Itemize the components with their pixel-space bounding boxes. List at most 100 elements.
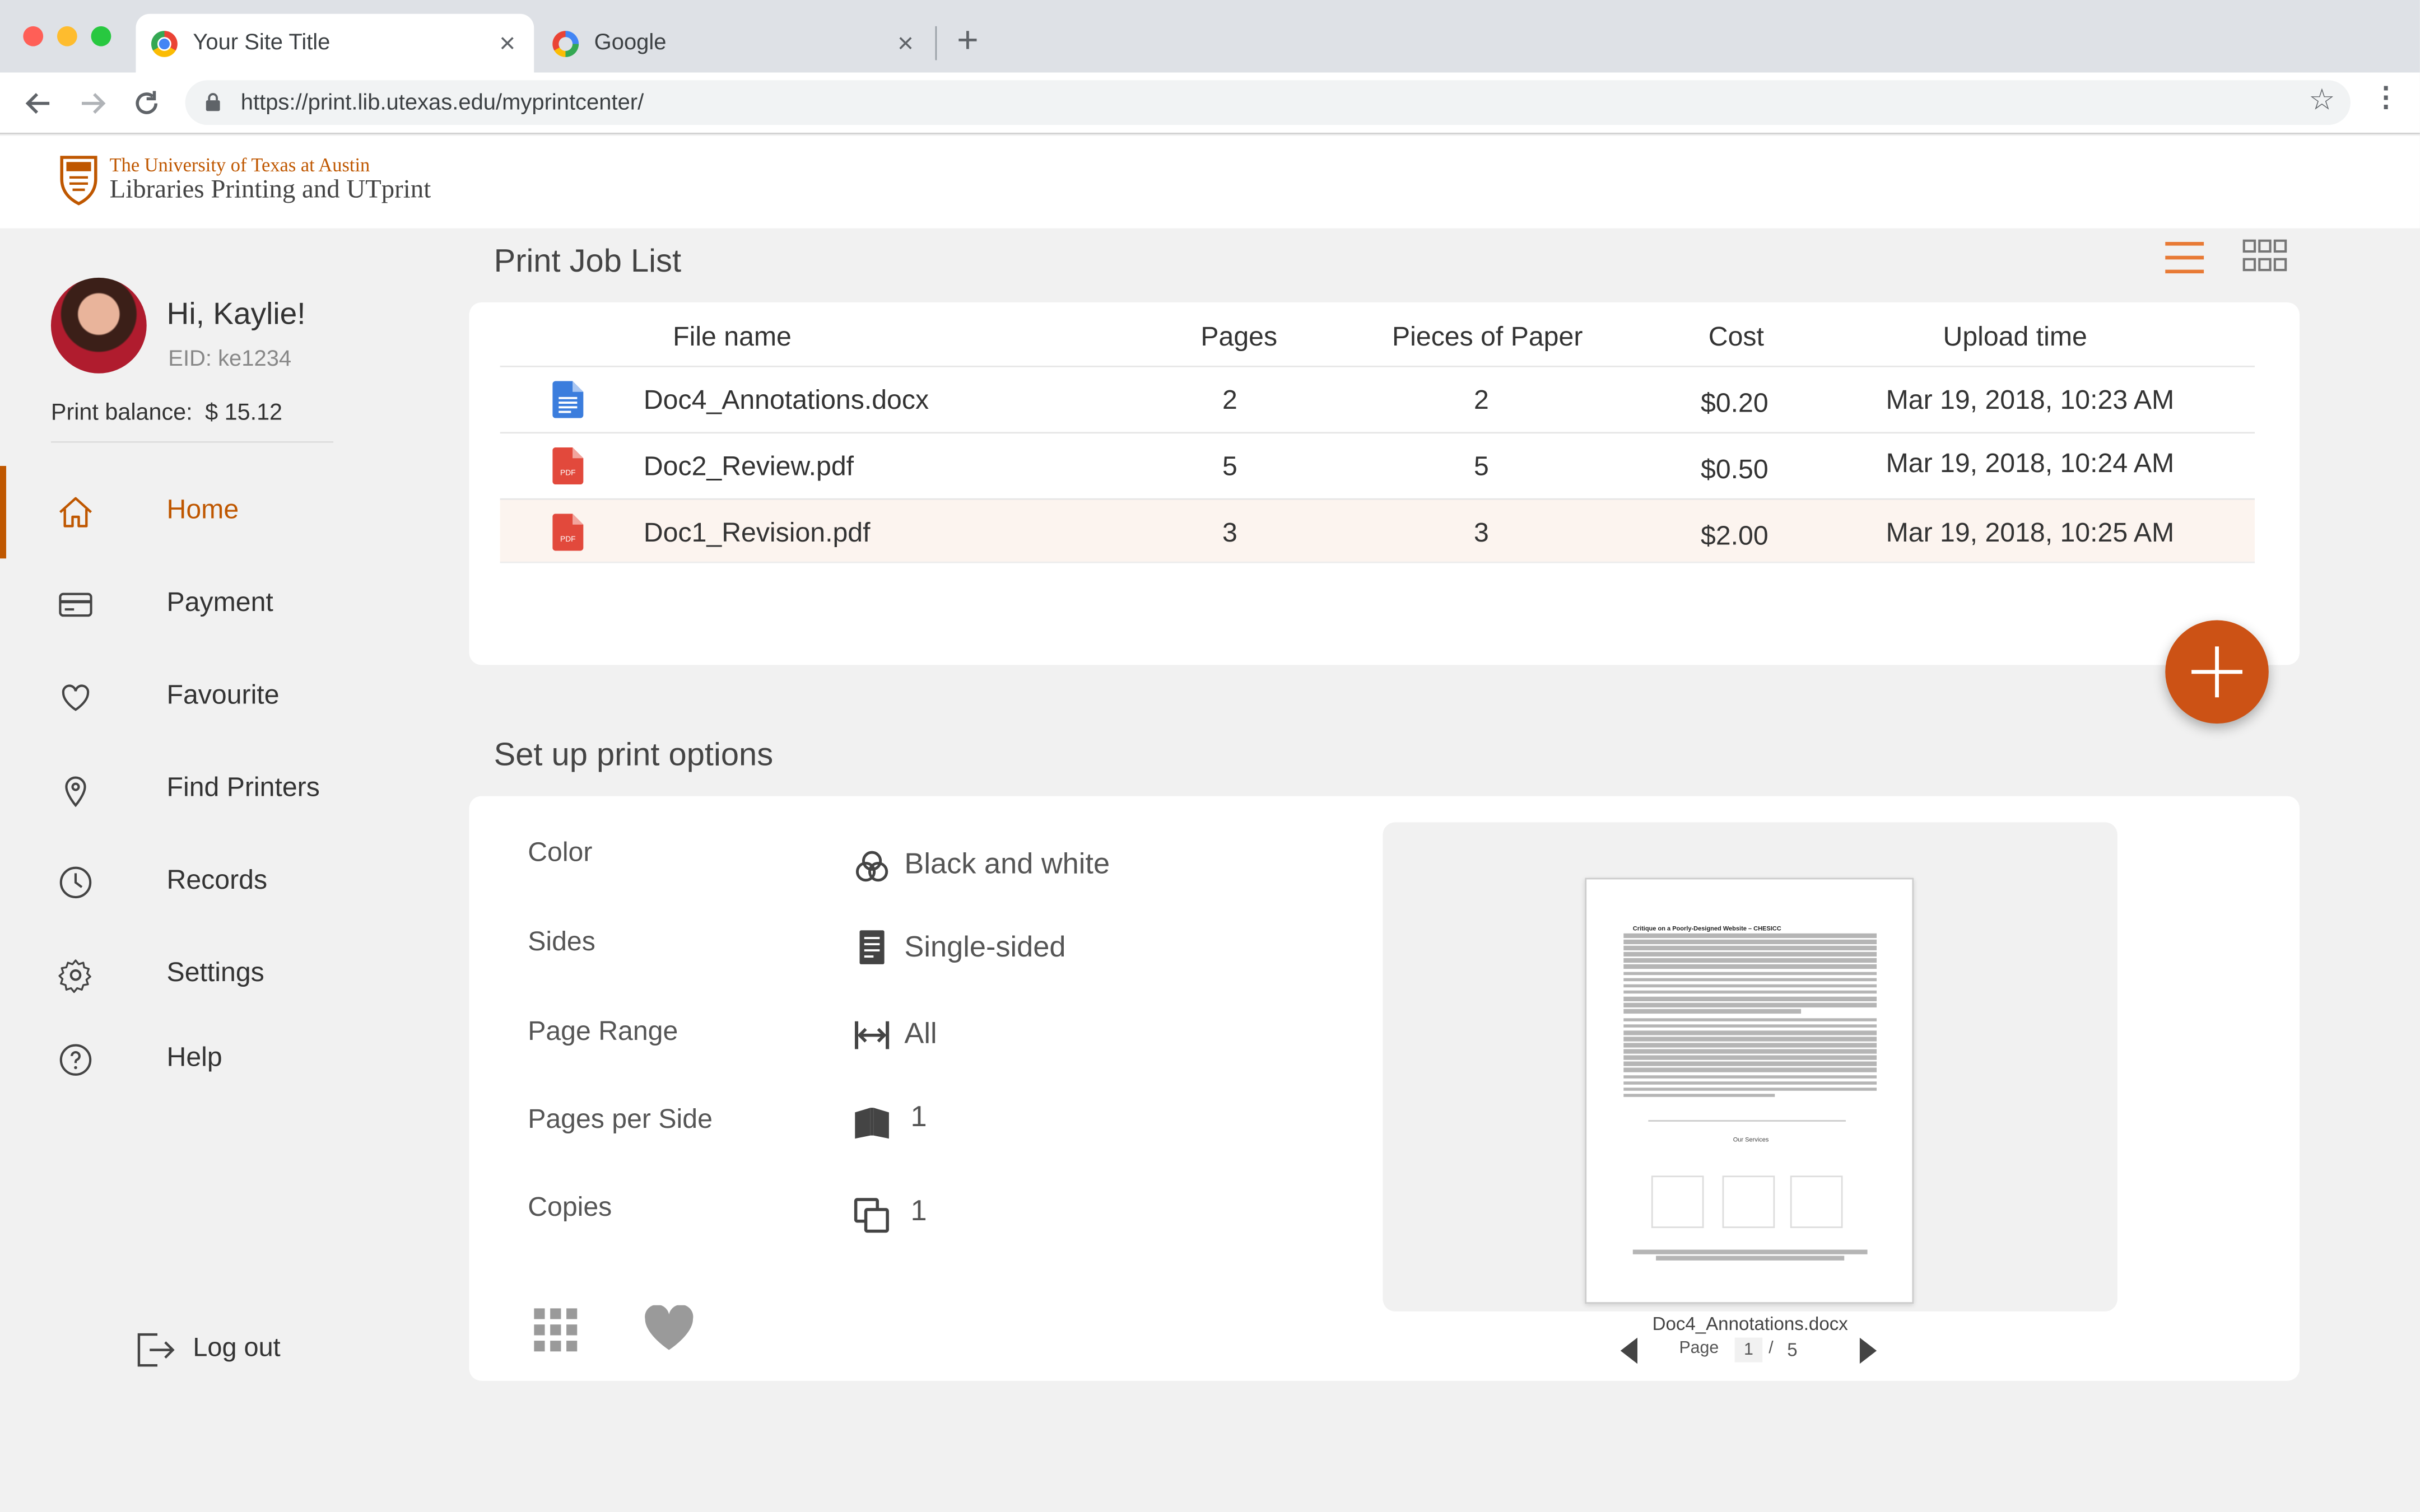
color-palette-icon	[855, 851, 888, 882]
page-total: 5	[1787, 1339, 1798, 1361]
sidebar-item-payment[interactable]: Payment	[0, 558, 469, 651]
pages-value: 5	[1222, 450, 1237, 482]
logout-button[interactable]: Log out	[133, 1324, 333, 1376]
next-page-icon[interactable]	[1859, 1337, 1877, 1364]
list-view-icon[interactable]	[2164, 241, 2205, 275]
cost-value: $2.00	[1701, 520, 1769, 551]
help-icon	[59, 1044, 92, 1076]
preview-section-heading: Our Services	[1733, 1135, 1769, 1144]
close-tab-icon[interactable]: ×	[897, 28, 914, 60]
tab-title: Google	[594, 31, 667, 56]
url-text: https://print.lib.utexas.edu/myprintcent…	[240, 90, 644, 115]
table-row-selected[interactable]: PDF Doc1_Revision.pdf 3 3 $2.00 Mar 19, …	[500, 498, 2255, 563]
back-arrow-icon[interactable]	[23, 88, 54, 119]
grid-view-icon[interactable]	[2242, 239, 2287, 273]
upload-time-value: Mar 19, 2018, 10:23 AM	[1886, 384, 2175, 416]
pdf-badge: PDF	[560, 469, 576, 477]
map-pin-icon	[65, 776, 86, 808]
preview-figure-card	[1722, 1175, 1775, 1228]
reload-icon[interactable]	[131, 88, 162, 119]
sidebar-item-label: Favourite	[166, 679, 280, 710]
option-value-color[interactable]: Black and white	[904, 848, 1110, 883]
browser-menu-icon[interactable]: ⋮	[2372, 82, 2400, 114]
page-separator: /	[1769, 1339, 1774, 1358]
divider	[50, 441, 334, 443]
sidebar-item-find-printers[interactable]: Find Printers	[0, 744, 469, 836]
copies-icon	[854, 1198, 889, 1233]
pieces-value: 2	[1474, 384, 1489, 416]
sidebar-item-help[interactable]: Help	[0, 1014, 469, 1106]
column-header-cost[interactable]: Cost	[1709, 321, 1764, 353]
new-tab-icon[interactable]: +	[957, 20, 979, 63]
sidebar-item-label: Payment	[166, 586, 273, 617]
logout-label: Log out	[193, 1333, 281, 1362]
option-value-copies[interactable]: 1	[910, 1196, 927, 1230]
heart-icon	[62, 684, 90, 711]
previous-page-icon[interactable]	[1620, 1337, 1638, 1364]
pages-value: 2	[1222, 384, 1237, 416]
file-name: Doc1_Revision.pdf	[643, 516, 871, 548]
forward-arrow-icon[interactable]	[77, 88, 108, 119]
option-label-pages-per-side: Pages per Side	[528, 1103, 713, 1134]
column-header-file-name[interactable]: File name	[673, 321, 792, 353]
print-options-title: Set up print options	[494, 737, 774, 773]
upload-time-value: Mar 19, 2018, 10:25 AM	[1886, 516, 2175, 548]
preview-filename: Doc4_Annotations.docx	[1652, 1313, 1848, 1335]
option-value-pages-per-side[interactable]: 1	[910, 1102, 927, 1136]
column-header-pages[interactable]: Pages	[1200, 321, 1277, 353]
word-document-icon	[552, 381, 584, 418]
site-header: The University of Texas at Austin Librar…	[0, 136, 2420, 228]
column-header-pieces[interactable]: Pieces of Paper	[1392, 321, 1583, 353]
sidebar-item-settings[interactable]: Settings	[0, 929, 469, 1021]
add-print-job-button[interactable]	[2165, 620, 2269, 724]
ut-shield-logo[interactable]	[59, 155, 99, 207]
sidebar-item-home[interactable]: Home	[0, 466, 469, 559]
sidebar-item-favourite[interactable]: Favourite	[0, 651, 469, 744]
browser-tab-google[interactable]: Google ×	[537, 14, 932, 73]
user-eid: EID: ke1234	[168, 347, 292, 372]
minimize-window-button[interactable]	[57, 26, 77, 46]
sidebar-item-label: Help	[166, 1041, 222, 1072]
page-navigator: Page 1 / 5	[1617, 1336, 1879, 1367]
option-value-page-range[interactable]: All	[904, 1018, 937, 1052]
url-field[interactable]: https://print.lib.utexas.edu/myprintcent…	[185, 80, 2351, 125]
preview-figure-card	[1790, 1175, 1843, 1228]
avatar[interactable]	[50, 277, 147, 374]
close-window-button[interactable]	[23, 26, 44, 46]
preview-page[interactable]: Critique on a Poorly-Designed Website – …	[1585, 878, 1914, 1304]
pieces-value: 3	[1474, 516, 1489, 548]
table-row[interactable]: PDF Doc2_Review.pdf 5 5 $0.50 Mar 19, 20…	[500, 432, 2255, 497]
preview-text-block	[1623, 933, 1877, 1100]
plus-icon	[2191, 646, 2243, 698]
column-header-upload-time[interactable]: Upload time	[1943, 321, 2087, 353]
maximize-window-button[interactable]	[91, 26, 111, 46]
grid-menu-icon[interactable]	[534, 1308, 578, 1352]
print-balance: Print balance: $ 15.12	[51, 400, 282, 426]
option-label-page-range: Page Range	[528, 1015, 678, 1046]
sidebar-item-records[interactable]: Records	[0, 836, 469, 928]
pages-value: 3	[1222, 516, 1237, 548]
print-job-table: File name Pages Pieces of Paper Cost Upl…	[469, 302, 2300, 665]
favourite-heart-icon[interactable]	[644, 1305, 695, 1352]
sidebar-item-label: Settings	[166, 956, 264, 988]
table-row[interactable]: Doc4_Annotations.docx 2 2 $0.20 Mar 19, …	[500, 365, 2255, 431]
google-icon	[552, 30, 579, 57]
cost-value: $0.50	[1701, 453, 1769, 485]
close-tab-icon[interactable]: ×	[499, 28, 515, 60]
option-label-color: Color	[528, 836, 593, 867]
preview-doc-heading: Critique on a Poorly-Designed Website – …	[1632, 924, 1781, 932]
upload-time-value: Mar 19, 2018, 10:24 AM	[1886, 447, 2175, 479]
browser-tab-site[interactable]: Your Site Title ×	[136, 13, 534, 73]
single-page-icon	[859, 930, 885, 964]
option-label-sides: Sides	[528, 926, 595, 957]
range-arrows-icon	[854, 1021, 890, 1049]
sidebar-item-label: Find Printers	[166, 771, 320, 802]
pdf-badge: PDF	[560, 535, 576, 543]
gear-icon	[58, 959, 91, 993]
bookmark-star-icon[interactable]: ☆	[2309, 83, 2335, 119]
page-number-input[interactable]: 1	[1734, 1337, 1763, 1362]
pdf-document-icon: PDF	[552, 447, 584, 485]
option-value-sides[interactable]: Single-sided	[904, 932, 1065, 966]
print-balance-label: Print balance:	[50, 399, 193, 426]
preview-figure-card	[1651, 1175, 1704, 1228]
